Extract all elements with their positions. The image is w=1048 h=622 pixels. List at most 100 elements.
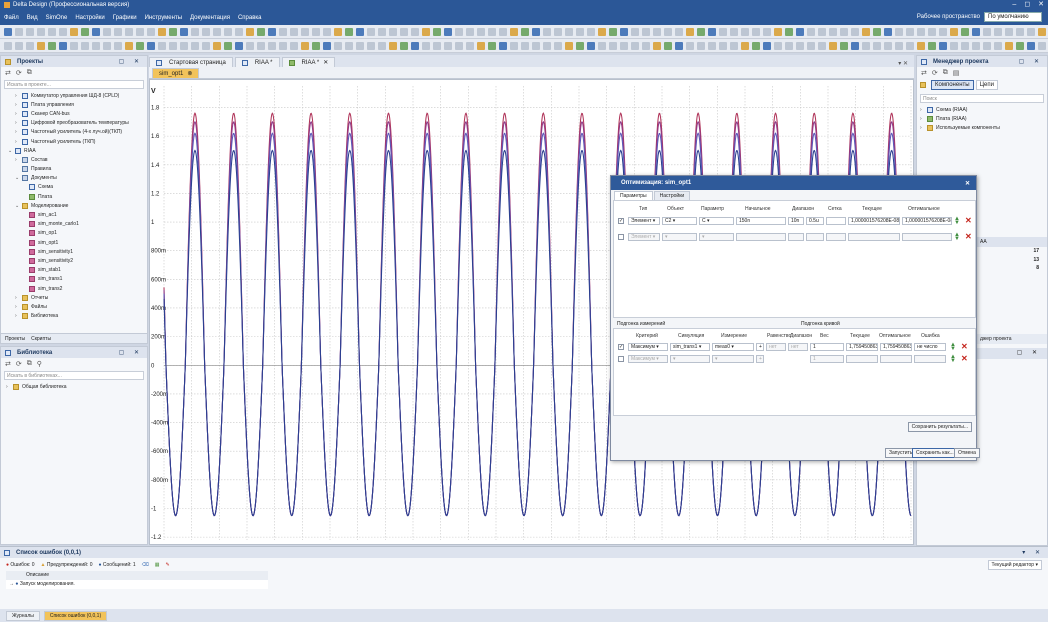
- toolbar-button[interactable]: [433, 27, 441, 36]
- tab-close-icon[interactable]: ✕: [323, 59, 328, 66]
- toolbar-button[interactable]: [576, 27, 584, 36]
- toolbar-button[interactable]: [158, 27, 166, 36]
- toolbar-button[interactable]: [367, 27, 375, 36]
- toolbar-button[interactable]: [4, 27, 12, 36]
- menu-view[interactable]: Вид: [27, 15, 38, 21]
- save-as-button[interactable]: Сохранить как...: [912, 448, 958, 458]
- param-empty-type[interactable]: Элемент ▾: [628, 233, 660, 241]
- toolbar-button[interactable]: [257, 41, 265, 50]
- toolbar-button[interactable]: [939, 41, 947, 50]
- toolbar-button[interactable]: [609, 41, 617, 50]
- toolbar-button[interactable]: [818, 41, 826, 50]
- cancel-button[interactable]: Отмена: [954, 448, 980, 458]
- move-updown-icon[interactable]: ▲ ▼: [954, 216, 960, 226]
- toolbar-button[interactable]: [708, 27, 716, 36]
- tab-components[interactable]: Компоненты: [931, 80, 974, 90]
- project-tree-item[interactable]: sim_stab1: [1, 266, 147, 275]
- toolbar-button[interactable]: [620, 27, 628, 36]
- delete-row-icon[interactable]: ✕: [965, 217, 972, 225]
- toolbar-button[interactable]: [752, 41, 760, 50]
- tab-logs[interactable]: Журналы: [6, 610, 40, 621]
- editor-scope-select[interactable]: Текущий редактор ▾: [987, 559, 1042, 570]
- menu-charts[interactable]: Графики: [113, 15, 137, 21]
- project-tree-item[interactable]: › Коммутатор управления ШД-8 (CPLD): [1, 91, 147, 100]
- meas-criterion-select[interactable]: Максимум ▾: [628, 343, 668, 351]
- toolbar-button[interactable]: [70, 41, 78, 50]
- toolbar-button[interactable]: [697, 27, 705, 36]
- expand-icon[interactable]: ›: [15, 102, 22, 108]
- toolbar-button[interactable]: [422, 27, 430, 36]
- project-tree-item[interactable]: ⌄ RIAA: [1, 146, 147, 155]
- toolbar-button[interactable]: [224, 27, 232, 36]
- param-empty-range[interactable]: [788, 233, 804, 241]
- toolbar-button[interactable]: [983, 27, 991, 36]
- project-tree-item[interactable]: sim_trans2: [1, 284, 147, 293]
- meas-empty-measure[interactable]: ▾: [712, 355, 754, 363]
- project-tree-item[interactable]: ⌄ Документы: [1, 174, 147, 183]
- project-tree-item[interactable]: sim_trans1: [1, 275, 147, 284]
- toolbar-button[interactable]: [378, 27, 386, 36]
- meas-add-button[interactable]: +: [756, 343, 764, 351]
- toolbar-button[interactable]: [554, 27, 562, 36]
- sort-icon[interactable]: ⇄: [5, 69, 11, 77]
- toolbar-button[interactable]: [939, 27, 947, 36]
- project-tree-item[interactable]: sim_op1: [1, 229, 147, 238]
- move-updown-icon[interactable]: ▲ ▼: [950, 354, 956, 364]
- toolbar-button[interactable]: [521, 41, 529, 50]
- toolbar-button[interactable]: [642, 41, 650, 50]
- toolbar-button[interactable]: [477, 41, 485, 50]
- toolbar-button[interactable]: [246, 41, 254, 50]
- toolbar-button[interactable]: [543, 27, 551, 36]
- toolbar-button[interactable]: [499, 27, 507, 36]
- toolbar-button[interactable]: [444, 41, 452, 50]
- meas-eq-select[interactable]: нет: [766, 343, 786, 351]
- toolbar-button[interactable]: [4, 41, 12, 50]
- param-extra-input[interactable]: [826, 217, 846, 225]
- toolbar-button[interactable]: [917, 41, 925, 50]
- error-row[interactable]: → ● Запуск моделирования.: [6, 580, 268, 589]
- project-tree-item[interactable]: Схема: [1, 183, 147, 192]
- toolbar-button[interactable]: [653, 41, 661, 50]
- toolbar-button[interactable]: [928, 41, 936, 50]
- toolbar-button[interactable]: [598, 27, 606, 36]
- toolbar-button[interactable]: [829, 27, 837, 36]
- toolbar-button[interactable]: [565, 41, 573, 50]
- toolbar-button[interactable]: [565, 27, 573, 36]
- project-tree-item[interactable]: › Файлы: [1, 302, 147, 311]
- param-row-checkbox[interactable]: ✓: [618, 218, 624, 224]
- tab-nets[interactable]: Цепи: [975, 80, 998, 90]
- toolbar-button[interactable]: [312, 41, 320, 50]
- tab-riaa-2[interactable]: RIAA * ✕: [281, 57, 336, 67]
- toolbar-button[interactable]: [279, 41, 287, 50]
- toolbar-button[interactable]: [477, 27, 485, 36]
- toolbar-button[interactable]: [125, 27, 133, 36]
- toolbar-button[interactable]: [367, 41, 375, 50]
- toolbar-button[interactable]: [1038, 41, 1046, 50]
- toolbar-button[interactable]: [15, 27, 23, 36]
- toolbar-button[interactable]: [444, 27, 452, 36]
- panel-pin-icon[interactable]: ▾ ✕: [1022, 549, 1044, 556]
- meas-sim-select[interactable]: sim_trans1 ▾: [670, 343, 710, 351]
- toolbar-button[interactable]: [686, 27, 694, 36]
- projects-search-input[interactable]: Искать в проекте...: [4, 80, 144, 89]
- toolbar-button[interactable]: [664, 27, 672, 36]
- toolbar-button[interactable]: [466, 27, 474, 36]
- project-tree-item[interactable]: sim_opt1: [1, 238, 147, 247]
- toolbar-button[interactable]: [389, 41, 397, 50]
- toolbar-button[interactable]: [92, 41, 100, 50]
- toolbar-button[interactable]: [37, 27, 45, 36]
- toolbar-button[interactable]: [1016, 27, 1024, 36]
- toolbar-button[interactable]: [48, 27, 56, 36]
- measure-fit-label[interactable]: Подгонка измерений: [617, 321, 665, 327]
- toolbar-button[interactable]: [1038, 27, 1046, 36]
- panel-pin-icon[interactable]: ▢ ✕: [1019, 58, 1043, 65]
- project-tree-item[interactable]: › Частотный усилитель (ТКП): [1, 137, 147, 146]
- toolbar-button[interactable]: [499, 41, 507, 50]
- panel-pin-icon[interactable]: ▢ ✕: [977, 348, 1047, 359]
- toolbar-button[interactable]: [521, 27, 529, 36]
- toolbar-button[interactable]: [895, 41, 903, 50]
- toolbar-button[interactable]: [785, 41, 793, 50]
- doc-icon[interactable]: ▤: [953, 69, 960, 77]
- toolbar-button[interactable]: [928, 27, 936, 36]
- toolbar-button[interactable]: [257, 27, 265, 36]
